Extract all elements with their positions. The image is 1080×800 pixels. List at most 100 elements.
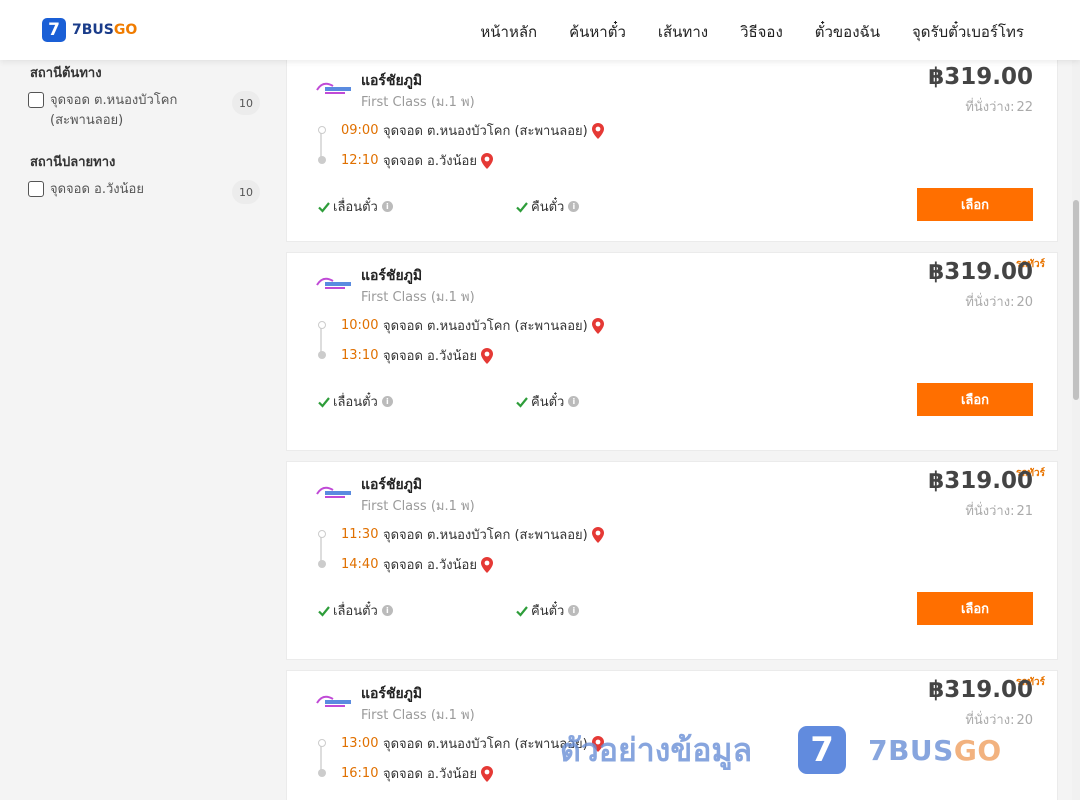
logo-text: 7BUSGO — [72, 22, 138, 38]
arrival-stop-name: จุดจอด อ.วังน้อย — [383, 154, 477, 169]
operator-name: แอร์ชัยภูมิ — [361, 268, 423, 284]
arrival-time: 13:10 — [341, 348, 379, 363]
origin-option-count: 10 — [232, 91, 260, 115]
feature-refund-ticket: คืนตั๋ว i — [515, 196, 580, 217]
bus-class: First Class (ม.1 พ) — [361, 499, 475, 514]
departure-dot — [318, 530, 326, 538]
map-pin-icon[interactable] — [480, 152, 493, 169]
destination-filter-title: สถานีปลายทาง — [30, 155, 116, 170]
departure-stop-name: จุดจอด ต.หนองบัวโคก (สะพานลอย) — [383, 737, 588, 752]
operator-logo-icon — [316, 695, 351, 707]
destination-checkbox[interactable] — [28, 181, 44, 197]
info-icon[interactable]: i — [568, 396, 580, 407]
departure-dot — [318, 739, 326, 747]
select-trip-button[interactable]: เลือก — [917, 188, 1033, 221]
departure-time: 13:00 — [341, 736, 379, 751]
arrival-stop-name: จุดจอด อ.วังน้อย — [383, 767, 477, 782]
seats-available: ที่นั่งว่าง: 21 — [965, 504, 1033, 519]
arrival-time: 16:10 — [341, 766, 379, 781]
feature-change-ticket: เลื่อนตั๋ว i — [317, 391, 393, 412]
arrival-stop: 16:10 จุดจอด อ.วังน้อย — [341, 763, 493, 784]
logo-mark: 7 — [42, 18, 66, 42]
fare-price: ฿319.00 — [928, 677, 1033, 703]
arrival-stop: 13:10 จุดจอด อ.วังน้อย — [341, 345, 493, 366]
nav-how-to-book[interactable]: วิธีจอง — [740, 20, 783, 44]
arrival-dot — [318, 560, 326, 568]
arrival-stop: 14:40 จุดจอด อ.วังน้อย — [341, 554, 493, 575]
feature-change-ticket: เลื่อนตั๋ว i — [317, 196, 393, 217]
feature-change-ticket: เลื่อนตั๋ว i — [317, 600, 393, 621]
info-icon[interactable]: i — [381, 605, 393, 616]
trip-card: แอร์ชัยภูมิ First Class (ม.1 พ) รถทัวร์ … — [286, 461, 1058, 660]
arrival-time: 14:40 — [341, 557, 379, 572]
seats-available: ที่นั่งว่าง: 20 — [965, 295, 1033, 310]
seats-available: ที่นั่งว่าง: 20 — [965, 713, 1033, 728]
map-pin-icon[interactable] — [591, 526, 604, 543]
departure-stop-name: จุดจอด ต.หนองบัวโคก (สะพานลอย) — [383, 124, 588, 139]
departure-dot — [318, 321, 326, 329]
map-pin-icon[interactable] — [480, 556, 493, 573]
map-pin-icon[interactable] — [480, 347, 493, 364]
trip-card: แอร์ชัยภูมิ First Class (ม.1 พ) รถทัวร์ … — [286, 252, 1058, 451]
fare-price: ฿319.00 — [928, 259, 1033, 285]
info-icon[interactable]: i — [381, 396, 393, 407]
route-timeline — [318, 530, 326, 570]
operator-logo-icon — [316, 277, 351, 289]
filter-sidebar: สถานีต้นทาง จุดจอด ต.หนองบัวโคก (สะพานลอ… — [28, 62, 260, 224]
route-timeline — [318, 739, 326, 779]
departure-stop: 13:00 จุดจอด ต.หนองบัวโคก (สะพานลอย) — [341, 733, 604, 754]
operator-logo-icon — [316, 486, 351, 498]
check-icon — [318, 605, 330, 617]
check-icon — [318, 396, 330, 408]
arrival-stop: 12:10 จุดจอด อ.วังน้อย — [341, 150, 493, 171]
top-header: 7 7BUSGO หน้าหลัก ค้นหาตั๋ว เส้นทาง วิธี… — [0, 0, 1080, 60]
map-pin-icon[interactable] — [591, 735, 604, 752]
page-scrollbar[interactable] — [1072, 60, 1080, 800]
fare-price: ฿319.00 — [928, 468, 1033, 494]
check-icon — [516, 201, 528, 213]
nav-search-ticket[interactable]: ค้นหาตั๋ว — [569, 20, 626, 44]
brand-logo[interactable]: 7 7BUSGO — [42, 18, 137, 42]
map-pin-icon[interactable] — [591, 317, 604, 334]
route-timeline — [318, 321, 326, 361]
check-icon — [516, 605, 528, 617]
select-trip-button[interactable]: เลือก — [917, 592, 1033, 625]
info-icon[interactable]: i — [568, 201, 580, 212]
arrival-stop-name: จุดจอด อ.วังน้อย — [383, 558, 477, 573]
nav-routes[interactable]: เส้นทาง — [658, 20, 708, 44]
departure-time: 11:30 — [341, 527, 379, 542]
arrival-dot — [318, 156, 326, 164]
trip-card: แอร์ชัยภูมิ First Class (ม.1 พ) ฿319.00 … — [286, 58, 1058, 242]
info-icon[interactable]: i — [381, 201, 393, 212]
trip-card: แอร์ชัยภูมิ First Class (ม.1 พ) รถทัวร์ … — [286, 670, 1058, 800]
destination-filter-option: จุดจอด อ.วังน้อย 10 — [28, 180, 260, 204]
operator-logo-icon — [316, 82, 351, 94]
departure-stop: 10:00 จุดจอด ต.หนองบัวโคก (สะพานลอย) — [341, 315, 604, 336]
bus-class: First Class (ม.1 พ) — [361, 95, 475, 110]
seats-available: ที่นั่งว่าง: 22 — [965, 100, 1033, 115]
destination-option-label[interactable]: จุดจอด อ.วังน้อย — [50, 180, 220, 200]
bus-class: First Class (ม.1 พ) — [361, 290, 475, 305]
destination-option-count: 10 — [232, 180, 260, 204]
departure-stop: 09:00 จุดจอด ต.หนองบัวโคก (สะพานลอย) — [341, 120, 604, 141]
feature-refund-ticket: คืนตั๋ว i — [515, 391, 580, 412]
bus-class: First Class (ม.1 พ) — [361, 708, 475, 723]
select-trip-button[interactable]: เลือก — [917, 383, 1033, 416]
origin-option-label[interactable]: จุดจอด ต.หนองบัวโคก (สะพานลอย) — [50, 91, 220, 131]
origin-checkbox[interactable] — [28, 92, 44, 108]
operator-name: แอร์ชัยภูมิ — [361, 477, 423, 493]
feature-refund-ticket: คืนตั๋ว i — [515, 600, 580, 621]
scrollbar-thumb[interactable] — [1073, 200, 1079, 400]
arrival-time: 12:10 — [341, 153, 379, 168]
arrival-dot — [318, 351, 326, 359]
departure-dot — [318, 126, 326, 134]
map-pin-icon[interactable] — [591, 122, 604, 139]
origin-filter-option: จุดจอด ต.หนองบัวโคก (สะพานลอย) 10 — [28, 91, 260, 131]
map-pin-icon[interactable] — [480, 765, 493, 782]
nav-ticket-pickup[interactable]: จุดรับตั๋วเบอร์โทร — [912, 20, 1024, 44]
nav-my-tickets[interactable]: ตั๋วของฉัน — [815, 20, 880, 44]
info-icon[interactable]: i — [568, 605, 580, 616]
nav-home[interactable]: หน้าหลัก — [480, 20, 537, 44]
departure-time: 10:00 — [341, 318, 379, 333]
fare-price: ฿319.00 — [928, 64, 1033, 90]
